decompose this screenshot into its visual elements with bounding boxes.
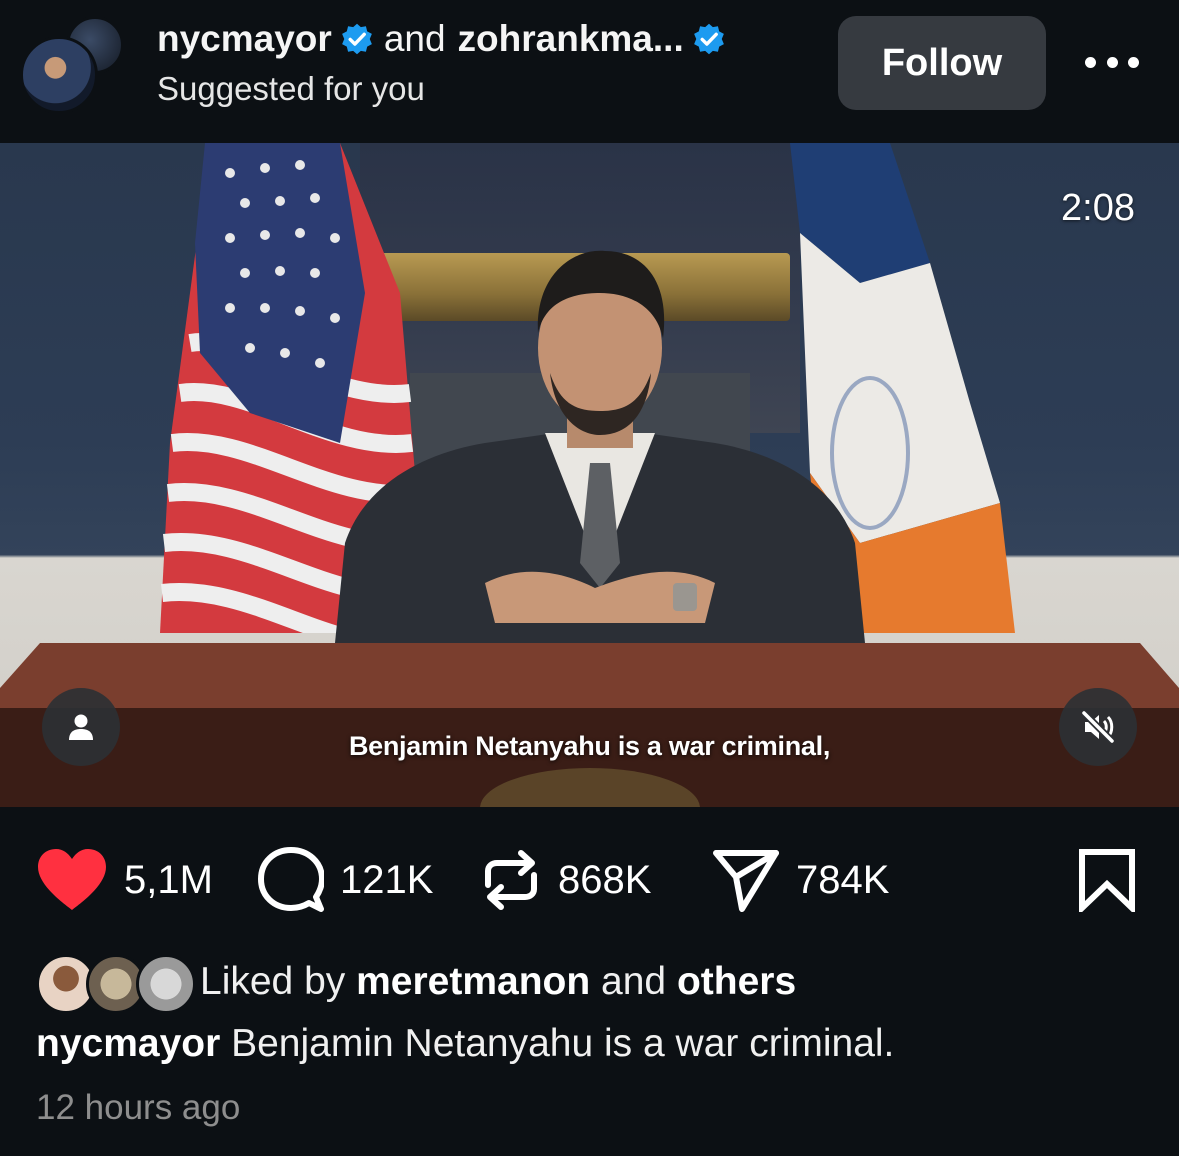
heart-filled-icon	[38, 849, 106, 910]
header-text: nycmayor and zohrankma... Suggested for …	[157, 16, 726, 110]
repost-icon	[485, 850, 537, 910]
liked-by-prefix: Liked by	[200, 960, 346, 1003]
video-subtitle: Benjamin Netanyahu is a war criminal,	[348, 731, 831, 761]
desk	[0, 643, 1179, 807]
bookmark-icon	[1079, 849, 1135, 916]
mute-toggle-button[interactable]	[1059, 688, 1137, 766]
post-header: nycmayor and zohrankma... Suggested for …	[0, 0, 1179, 142]
verified-badge-icon	[341, 23, 372, 55]
liked-by-others-link[interactable]: others	[677, 960, 796, 1003]
speaker-figure	[335, 250, 865, 643]
collab-avatars[interactable]	[20, 14, 124, 114]
save-button[interactable]	[1078, 848, 1136, 917]
follow-button[interactable]: Follow	[838, 16, 1046, 110]
share-count: 784K	[796, 857, 890, 902]
video-duration: 2:08	[1061, 187, 1135, 229]
verified-badge-icon	[693, 23, 724, 55]
liked-by-text: Liked by meretmanon and others	[200, 960, 796, 1004]
caption-username-link[interactable]: nycmayor	[36, 1022, 220, 1065]
more-options-icon[interactable]	[1085, 40, 1139, 84]
send-paper-plane-icon	[713, 850, 779, 912]
speaker-muted-icon	[1081, 710, 1115, 744]
like-button[interactable]: 5,1M	[36, 840, 213, 920]
account-name-primary[interactable]: nycmayor	[157, 16, 332, 62]
account-name-secondary[interactable]: zohrankma...	[458, 16, 684, 62]
header-connector: and	[383, 18, 446, 59]
avatar-nycmayor[interactable]	[20, 36, 98, 114]
post-timestamp: 12 hours ago	[36, 1088, 241, 1127]
avatar	[136, 954, 196, 1014]
like-count: 5,1M	[124, 857, 213, 902]
liked-by-and: and	[601, 960, 667, 1003]
video-player[interactable]: 2:08 Benjamin Netanyahu is a war crimina…	[0, 143, 1179, 807]
share-button[interactable]: 784K	[712, 840, 889, 920]
suggested-label: Suggested for you	[157, 70, 425, 107]
comment-bubble-icon	[258, 847, 324, 912]
comment-count: 121K	[340, 857, 434, 902]
caption-text: Benjamin Netanyahu is a war criminal.	[220, 1022, 895, 1065]
post-caption: nycmayor Benjamin Netanyahu is a war cri…	[36, 1022, 894, 1066]
comment-button[interactable]: 121K	[258, 840, 433, 920]
action-bar: 5,1M 121K 868K 784K	[0, 840, 1179, 920]
liked-by-row[interactable]: Liked by meretmanon and others	[36, 950, 796, 1014]
repost-button[interactable]: 868K	[480, 840, 651, 920]
liked-by-avatars	[36, 952, 196, 1014]
repost-count: 868K	[558, 857, 652, 902]
liked-by-user-link[interactable]: meretmanon	[356, 960, 590, 1003]
